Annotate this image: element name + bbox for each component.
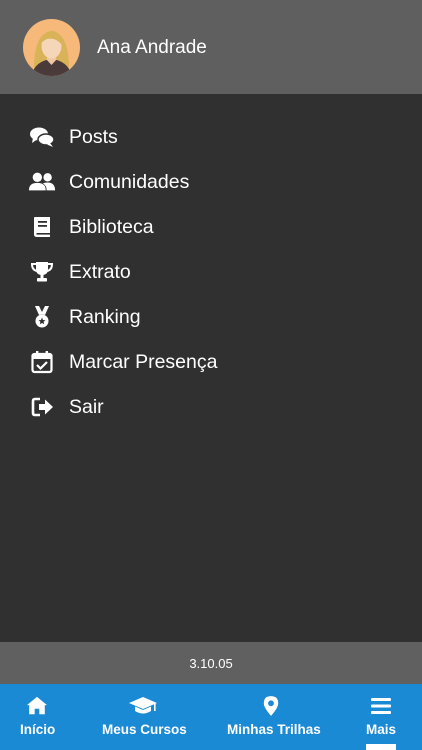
menu-item-label: Biblioteca [69,216,154,238]
menu-item-sair[interactable]: Sair [0,387,422,427]
menu-item-posts[interactable]: Posts [0,117,422,157]
tab-inicio[interactable]: Início [0,684,74,750]
menu-item-label: Extrato [69,261,131,283]
tab-label: Minhas Trilhas [227,722,321,737]
calendar-check-icon [28,348,56,376]
menu-item-ranking[interactable]: Ranking [0,297,422,337]
trophy-icon [28,258,56,286]
active-tab-indicator [366,744,396,750]
book-icon [28,213,56,241]
menu-item-marcar-presenca[interactable]: Marcar Presença [0,342,422,382]
comments-icon [28,123,56,151]
tab-minhas-trilhas[interactable]: Minhas Trilhas [222,684,322,750]
tab-mais[interactable]: Mais [358,684,404,750]
avatar[interactable] [23,19,80,76]
bottom-tab-bar: Início Meus Cursos Minhas Trilhas Mais [0,684,422,750]
tab-label: Meus Cursos [102,722,187,737]
menu-item-label: Comunidades [69,171,190,193]
app-version: 3.10.05 [189,655,233,671]
medal-icon [28,303,56,331]
menu-item-label: Marcar Presença [69,351,218,373]
users-icon [28,168,56,196]
menu-item-extrato[interactable]: Extrato [0,252,422,292]
tab-label: Início [20,722,56,737]
profile-header[interactable]: Ana Andrade [0,0,422,94]
home-icon [17,694,57,718]
menu-item-label: Sair [69,396,104,418]
menu-item-label: Posts [69,126,118,148]
tab-meus-cursos[interactable]: Meus Cursos [96,684,190,750]
menu-item-biblioteca[interactable]: Biblioteca [0,207,422,247]
menu-item-comunidades[interactable]: Comunidades [0,162,422,202]
drawer-menu: Posts Comunidades Biblioteca Extrato Ran… [0,94,422,642]
menu-item-label: Ranking [69,306,141,328]
menu-icon [361,694,401,718]
user-name: Ana Andrade [97,37,207,58]
graduation-cap-icon [123,694,163,718]
map-pin-icon [251,694,291,718]
version-bar: 3.10.05 [0,642,422,684]
tab-label: Mais [366,722,397,737]
sign-out-icon [28,393,56,421]
